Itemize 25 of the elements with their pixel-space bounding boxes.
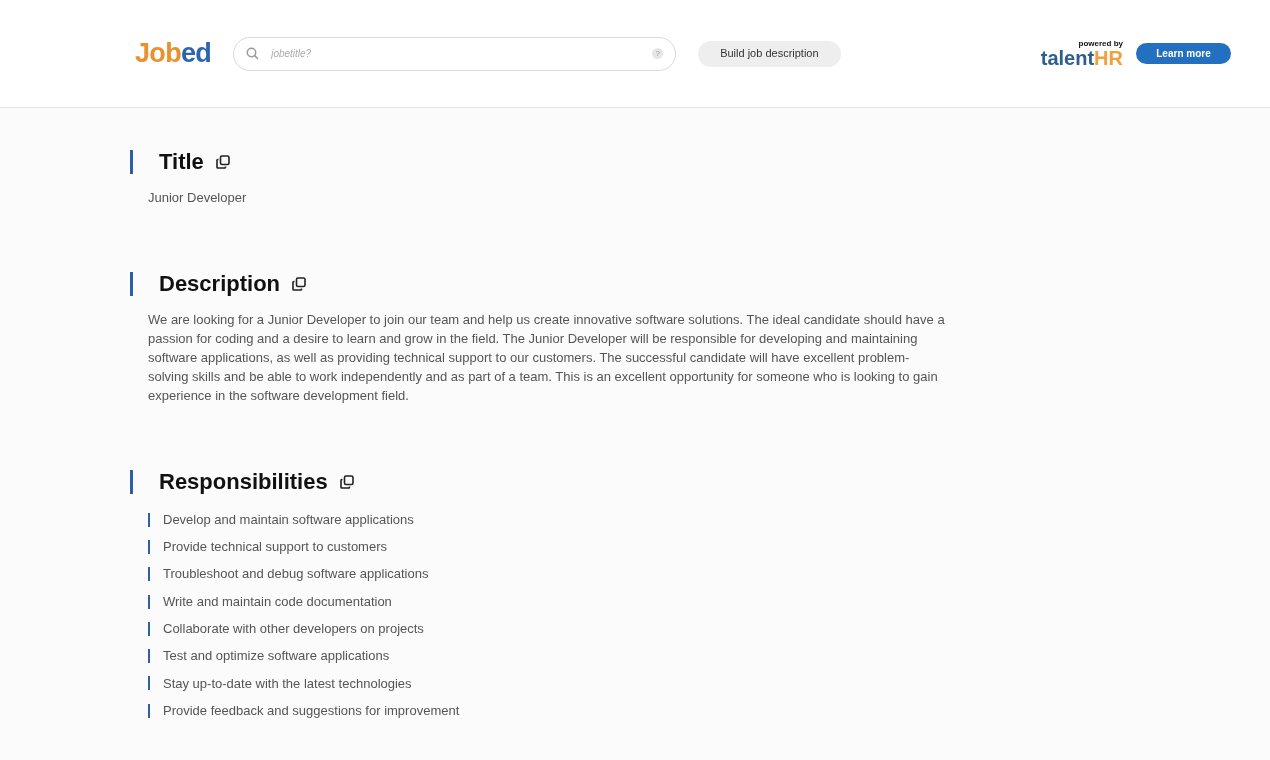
powered-by-label: powered by [1078, 39, 1123, 48]
accent-bar [130, 271, 133, 296]
responsibility-item: Develop and maintain software applications [163, 510, 414, 529]
responsibility-item: Provide technical support to customers [163, 538, 387, 557]
accent-bar [130, 149, 133, 174]
responsibility-item: Test and optimize software applications [163, 647, 390, 666]
section-text: We are looking for a Junior Developer to join our team and help us create innovative software solutions. The ideal candidate should have a passion for coding and a desire to learn and grow in the field. The Junior Developer will be responsible for developing and maintaining software applications, as well as providing technical support to our customers. The successful candidate will have excellent problem-solving skills and be able to work independently and as part of a team. This is an excellent opportunity for someone who is looking to gain experience in the software development field. [148, 311, 946, 405]
section-text: Junior Developer [148, 189, 248, 207]
copy-icon[interactable] [339, 474, 354, 489]
logo[interactable]: Jobed [135, 33, 212, 74]
search-icon [246, 47, 260, 60]
section-heading: Description [159, 270, 281, 298]
responsibility-item: Collaborate with other developers on projects [163, 620, 424, 639]
responsibility-item: Stay up-to-date with the latest technologies [163, 674, 412, 693]
responsibility-item: Provide feedback and suggestions for improvement [163, 701, 460, 720]
copy-icon[interactable] [292, 276, 307, 291]
build-button[interactable]: Build job description [698, 40, 841, 67]
learn-more-button[interactable]: Learn more [1136, 43, 1231, 64]
partner-logo[interactable]: talentHR [1040, 47, 1123, 68]
responsibility-item: Troubleshoot and debug software applications [163, 565, 429, 584]
copy-icon[interactable] [215, 154, 230, 169]
responsibility-item: Write and maintain code documentation [163, 592, 392, 611]
accent-bar [130, 469, 133, 494]
section-heading: Responsibilities [159, 468, 328, 496]
section-heading: Title [159, 148, 204, 176]
